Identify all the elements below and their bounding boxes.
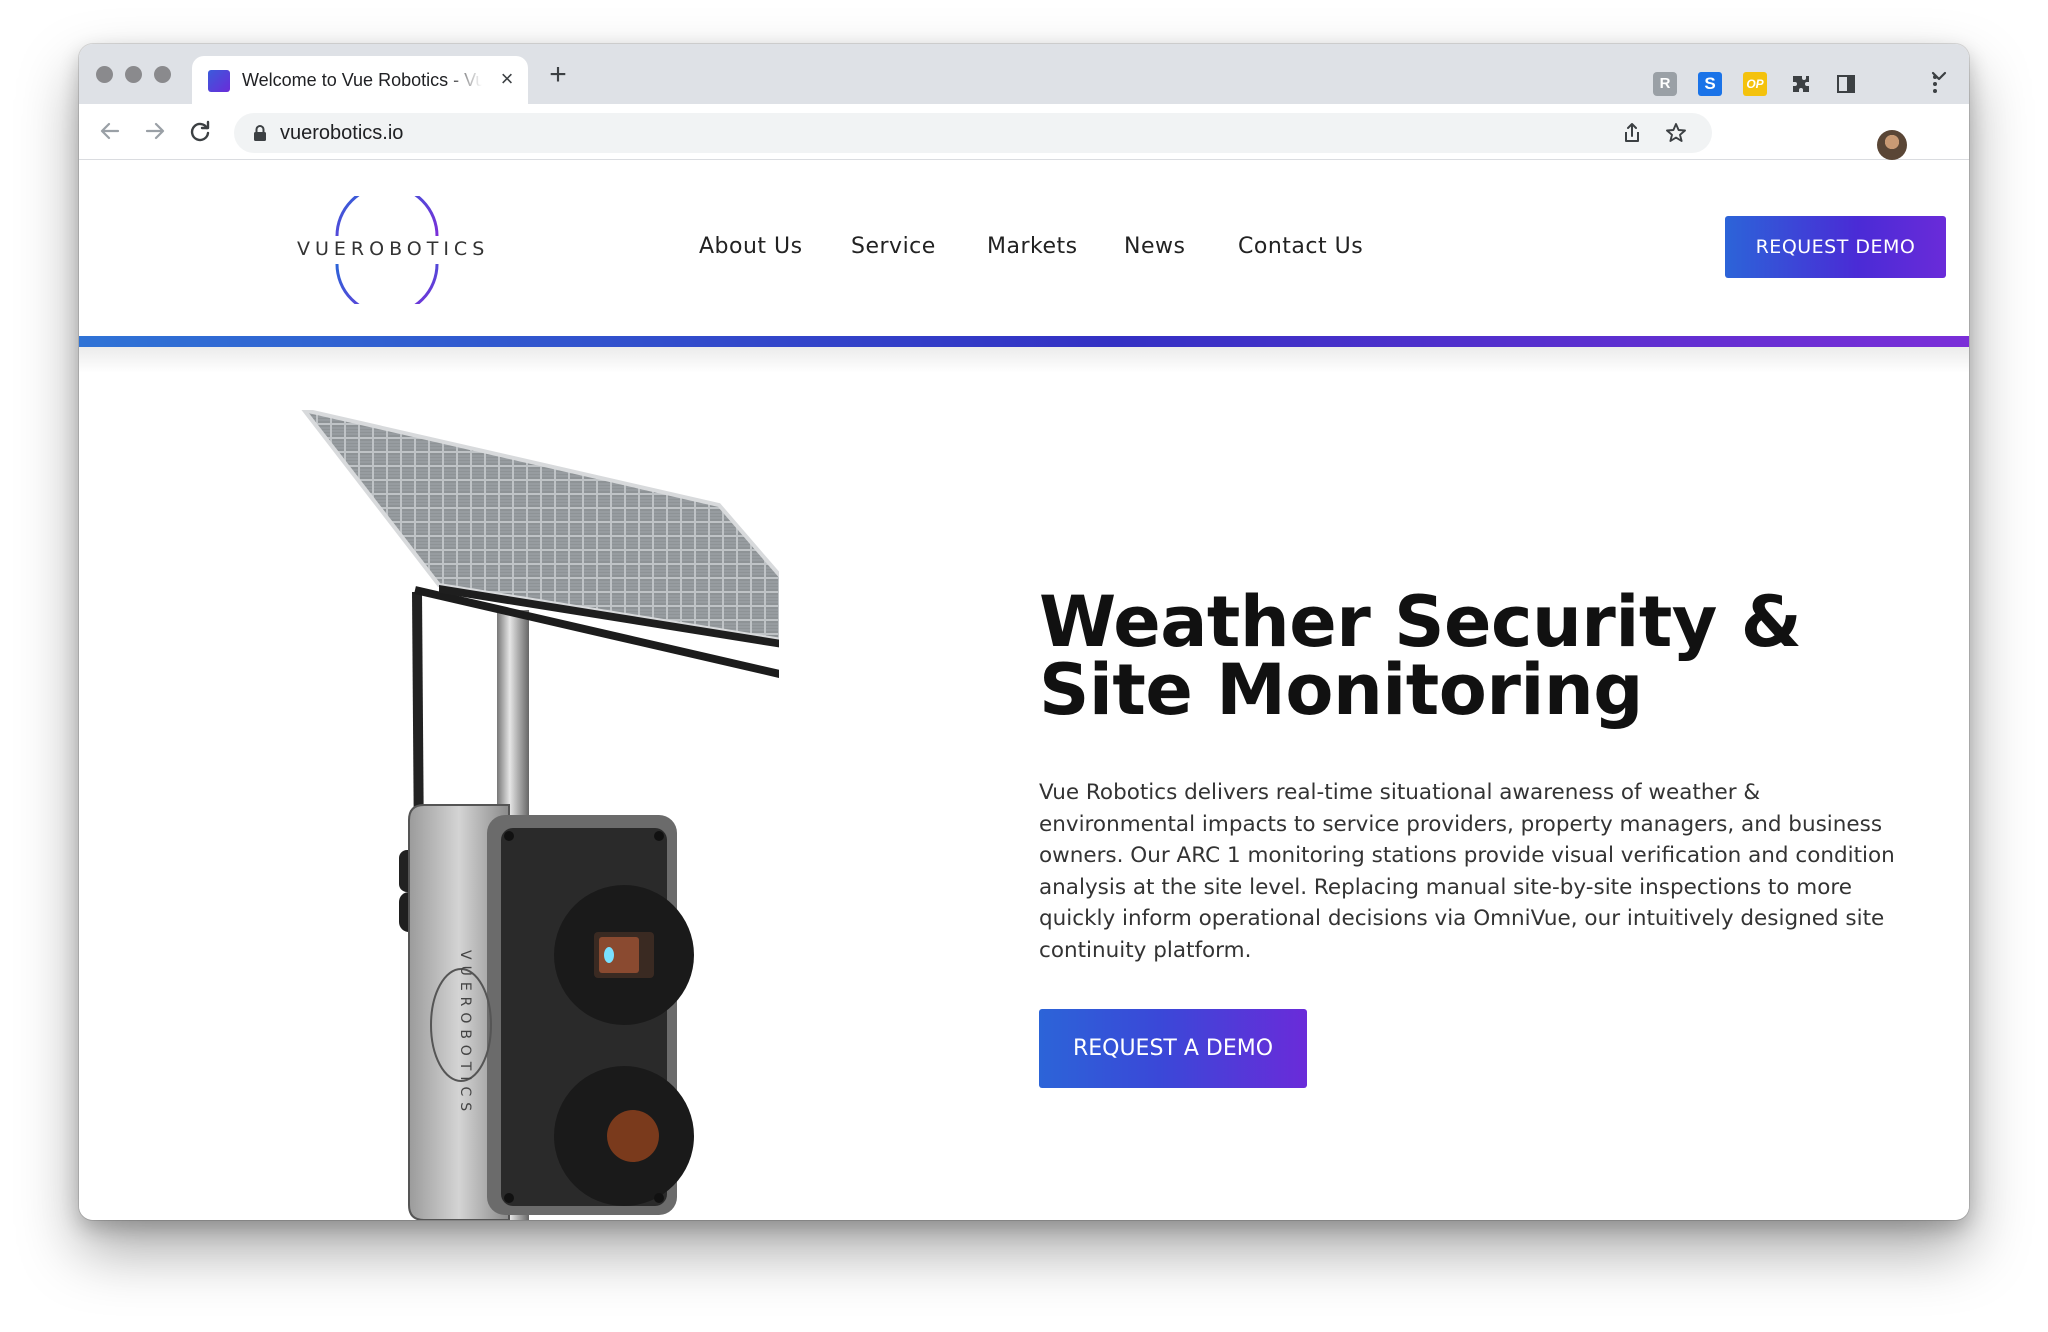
nav-contact-us[interactable]: Contact Us bbox=[1238, 234, 1363, 259]
browser-window: Welcome to Vue Robotics - Vue Robotics ×… bbox=[79, 44, 1969, 1220]
arrow-right-icon[interactable] bbox=[140, 116, 170, 146]
tab-active[interactable]: Welcome to Vue Robotics - Vue Robotics × bbox=[192, 56, 528, 104]
share-icon[interactable] bbox=[1620, 121, 1644, 145]
web-page: VUEROBOTICS About Us Service Markets New… bbox=[79, 160, 1969, 1220]
tab-favicon-icon bbox=[208, 70, 230, 92]
nav-markets[interactable]: Markets bbox=[987, 234, 1078, 259]
nav-service[interactable]: Service bbox=[851, 234, 936, 259]
star-icon[interactable] bbox=[1664, 121, 1688, 145]
side-panel-icon[interactable] bbox=[1834, 72, 1858, 96]
minimize-window-button[interactable] bbox=[125, 66, 142, 83]
request-a-demo-button[interactable]: REQUEST A DEMO bbox=[1039, 1009, 1307, 1088]
reload-icon[interactable] bbox=[185, 116, 215, 146]
extension-op-icon[interactable]: OP bbox=[1743, 72, 1767, 96]
header-shadow bbox=[79, 347, 1969, 373]
product-side-label: VUEROBOTICS bbox=[457, 950, 473, 1117]
address-bar[interactable]: vuerobotics.io bbox=[234, 113, 1712, 153]
nav-about-us[interactable]: About Us bbox=[699, 234, 803, 259]
hero-description: Vue Robotics delivers real-time situatio… bbox=[1039, 780, 1895, 963]
nav-news[interactable]: News bbox=[1124, 234, 1185, 259]
header-gradient-bar bbox=[79, 336, 1969, 347]
url-text: vuerobotics.io bbox=[280, 122, 404, 144]
extension-r-icon[interactable]: R bbox=[1653, 72, 1677, 96]
tab-strip: Welcome to Vue Robotics - Vue Robotics ×… bbox=[79, 44, 1969, 104]
hero-title: Weather Security & Site Monitoring bbox=[1039, 581, 1802, 731]
lock-icon[interactable] bbox=[250, 123, 270, 143]
arrow-left-icon[interactable] bbox=[95, 116, 125, 146]
request-demo-button[interactable]: REQUEST DEMO bbox=[1725, 216, 1946, 278]
profile-avatar[interactable] bbox=[1877, 130, 1907, 160]
logo-text: VUEROBOTICS bbox=[297, 238, 490, 260]
arc-monitoring-station-image: VUEROBOTICS bbox=[301, 410, 779, 1220]
extension-s-icon[interactable]: S bbox=[1698, 72, 1722, 96]
puzzle-icon[interactable] bbox=[1789, 72, 1813, 96]
tab-title: Welcome to Vue Robotics - Vue Robotics bbox=[242, 70, 482, 90]
browser-toolbar: vuerobotics.io bbox=[79, 104, 1969, 160]
site-logo[interactable]: VUEROBOTICS bbox=[297, 196, 490, 304]
site-header: VUEROBOTICS About Us Service Markets New… bbox=[79, 160, 1969, 336]
zoom-window-button[interactable] bbox=[154, 66, 171, 83]
close-window-button[interactable] bbox=[96, 66, 113, 83]
kebab-menu-icon[interactable] bbox=[1923, 72, 1947, 96]
tab-close-icon[interactable]: × bbox=[494, 66, 520, 92]
new-tab-button[interactable]: + bbox=[543, 60, 573, 90]
